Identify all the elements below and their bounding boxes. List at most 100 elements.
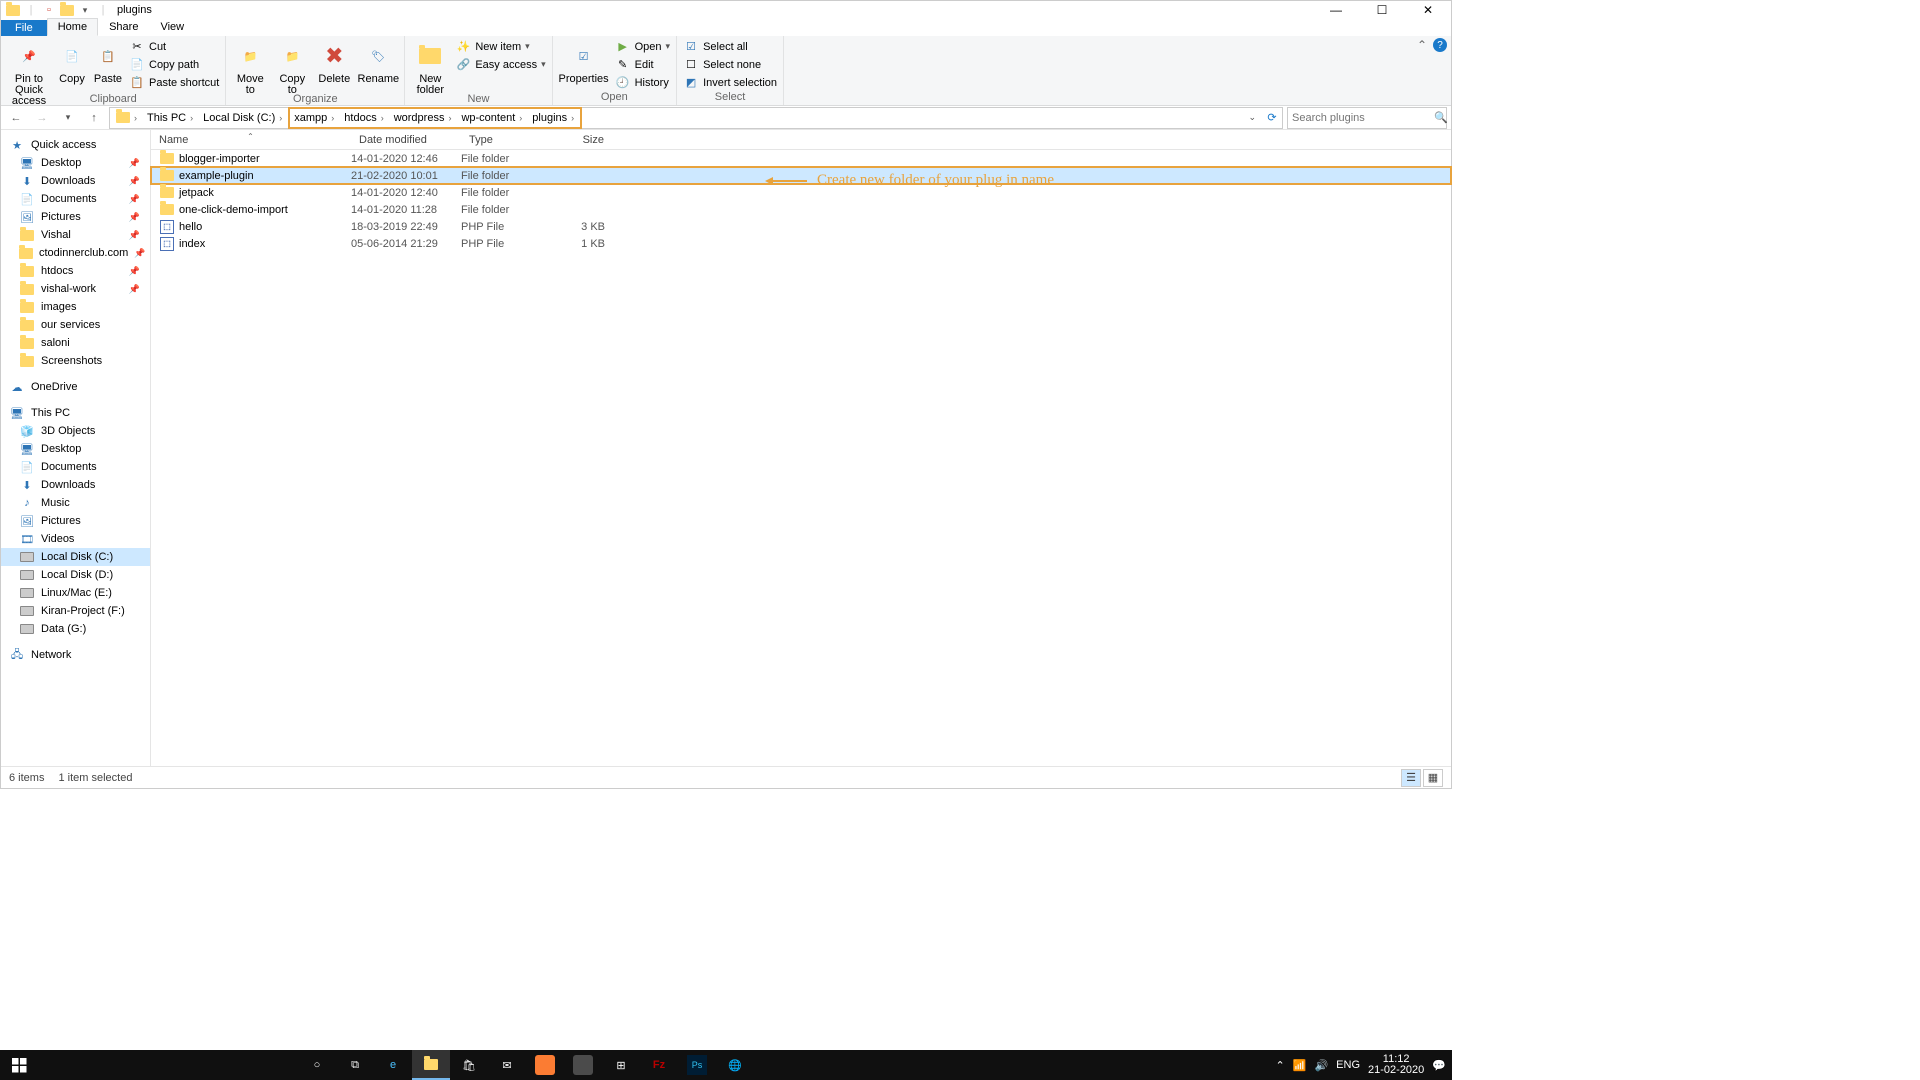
navigation-pane[interactable]: ★Quick access 🖥Desktop📌 ⬇Downloads📌 📄Doc… [1,130,151,766]
taskbar-sublime[interactable] [564,1050,602,1080]
delete-button[interactable]: ✖ Delete [314,38,354,85]
file-row[interactable]: one-click-demo-import14-01-2020 11:28Fil… [151,201,1451,218]
nav-screenshots[interactable]: Screenshots [1,352,150,370]
col-type[interactable]: Type [461,134,553,146]
paste-shortcut-button[interactable]: 📋Paste shortcut [127,74,221,91]
taskbar[interactable]: ○ ⧉ e 🛍 ✉ ⊞ Fz Ps 🌐 ⌃ 📶 🔊 ENG 11:12 21-0… [0,1050,1452,1080]
close-button[interactable]: ✕ [1405,1,1451,19]
taskbar-photoshop[interactable]: Ps [678,1050,716,1080]
action-center-icon[interactable]: 💬 [1432,1059,1446,1072]
nav-vishal[interactable]: Vishal📌 [1,226,150,244]
newfolder-qat-icon[interactable] [59,2,75,18]
taskbar-mail[interactable]: ✉ [488,1050,526,1080]
nav-pictures2[interactable]: 🖼Pictures [1,512,150,530]
copy-path-button[interactable]: 📄Copy path [127,56,221,73]
nav-localdisk-c[interactable]: Local Disk (C:) [1,548,150,566]
nav-localdisk-g[interactable]: Data (G:) [1,620,150,638]
nav-music[interactable]: ♪Music [1,494,150,512]
chevron-right-icon[interactable]: › [132,113,139,123]
nav-desktop2[interactable]: 🖥Desktop [1,440,150,458]
taskbar-store[interactable]: 🛍 [450,1050,488,1080]
crumb-xampp[interactable]: xampp› [290,109,340,127]
nav-saloni[interactable]: saloni [1,334,150,352]
chevron-right-icon[interactable]: › [569,113,576,123]
crumb-thispc[interactable]: This PC› [143,108,199,128]
crumb-htdocs[interactable]: htdocs› [340,109,389,127]
address-dropdown-icon[interactable]: ⌄ [1242,112,1262,123]
nav-cto[interactable]: ctodinnerclub.com📌 [1,244,150,262]
select-none-button[interactable]: ☐Select none [681,56,779,73]
nav-thispc[interactable]: 🖥This PC [1,404,150,422]
volume-icon[interactable]: 🔊 [1314,1059,1328,1072]
taskbar-xampp[interactable] [526,1050,564,1080]
system-tray[interactable]: ⌃ 📶 🔊 ENG 11:12 21-02-2020 💬 [1276,1054,1452,1076]
tray-lang[interactable]: ENG [1336,1059,1360,1071]
file-list-area[interactable]: ⌃Name Date modified Type Size blogger-im… [151,130,1451,766]
help-icon[interactable]: ? [1433,38,1447,52]
nav-desktop[interactable]: 🖥Desktop📌 [1,154,150,172]
search-icon[interactable]: 🔍 [1434,111,1448,124]
wifi-icon[interactable]: 📶 [1293,1059,1307,1072]
tab-file[interactable]: File [1,20,47,36]
paste-button[interactable]: 📋 Paste [91,38,125,85]
rename-button[interactable]: 🏷 Rename [356,38,400,85]
taskbar-cortana[interactable]: ○ [298,1050,336,1080]
breadcrumb[interactable]: › This PC› Local Disk (C:)› xampp› htdoc… [109,107,1283,129]
new-folder-button[interactable]: New folder [409,38,451,96]
chevron-right-icon[interactable]: › [379,113,386,123]
nav-localdisk-d[interactable]: Local Disk (D:) [1,566,150,584]
taskbar-filezilla[interactable]: Fz [640,1050,678,1080]
crumb-wordpress[interactable]: wordpress› [390,109,458,127]
start-button[interactable] [0,1050,38,1080]
cut-button[interactable]: ✂Cut [127,38,221,55]
nav-downloads[interactable]: ⬇Downloads📌 [1,172,150,190]
qat-dropdown-icon[interactable]: ▾ [77,2,93,18]
select-all-button[interactable]: ☑Select all [681,38,779,55]
col-date[interactable]: Date modified [351,134,461,146]
collapse-ribbon-icon[interactable]: ⌃ [1417,38,1427,52]
chevron-right-icon[interactable]: › [329,113,336,123]
nav-localdisk-e[interactable]: Linux/Mac (E:) [1,584,150,602]
search-field[interactable] [1292,112,1434,124]
taskbar-slack[interactable]: ⊞ [602,1050,640,1080]
new-item-button[interactable]: ✨New item▾ [453,38,547,55]
forward-button[interactable]: → [31,107,53,129]
nav-videos[interactable]: 🎞Videos [1,530,150,548]
tab-home[interactable]: Home [47,18,98,36]
nav-htdocs[interactable]: htdocs📌 [1,262,150,280]
chevron-right-icon[interactable]: › [517,113,524,123]
taskbar-edge[interactable]: e [374,1050,412,1080]
move-to-button[interactable]: 📁 Move to [230,38,270,96]
nav-localdisk-f[interactable]: Kiran-Project (F:) [1,602,150,620]
tab-share[interactable]: Share [98,18,149,36]
nav-ourservices[interactable]: our services [1,316,150,334]
copy-button[interactable]: 📄 Copy [55,38,89,85]
nav-3dobjects[interactable]: 🧊3D Objects [1,422,150,440]
maximize-button[interactable]: ☐ [1359,1,1405,19]
tray-overflow-icon[interactable]: ⌃ [1276,1059,1285,1072]
nav-vishalwork[interactable]: vishal-work📌 [1,280,150,298]
tab-view[interactable]: View [149,18,195,36]
crumb-c[interactable]: Local Disk (C:)› [199,108,288,128]
chevron-right-icon[interactable]: › [277,113,284,123]
properties-button[interactable]: ☑ Properties [557,38,611,85]
easy-access-button[interactable]: 🔗Easy access▾ [453,56,547,73]
minimize-button[interactable]: — [1313,1,1359,19]
nav-documents2[interactable]: 📄Documents [1,458,150,476]
taskbar-taskview[interactable]: ⧉ [336,1050,374,1080]
file-row[interactable]: ⬚hello18-03-2019 22:49PHP File3 KB [151,218,1451,235]
nav-onedrive[interactable]: ☁OneDrive [1,378,150,396]
edit-button[interactable]: ✎Edit [613,56,672,73]
nav-downloads2[interactable]: ⬇Downloads [1,476,150,494]
file-row[interactable]: blogger-importer14-01-2020 12:46File fol… [151,150,1451,167]
crumb-wpcontent[interactable]: wp-content› [457,109,528,127]
crumb-plugins[interactable]: plugins› [528,109,580,127]
history-button[interactable]: 🕘History [613,74,672,91]
nav-network[interactable]: 🖧Network [1,646,150,664]
search-input[interactable]: 🔍 [1287,107,1447,129]
chevron-right-icon[interactable]: › [188,113,195,123]
recent-dropdown-icon[interactable]: ▾ [57,107,79,129]
file-row[interactable]: ⬚index05-06-2014 21:29PHP File1 KB [151,235,1451,252]
tray-clock[interactable]: 11:12 21-02-2020 [1368,1054,1424,1076]
nav-documents[interactable]: 📄Documents📌 [1,190,150,208]
